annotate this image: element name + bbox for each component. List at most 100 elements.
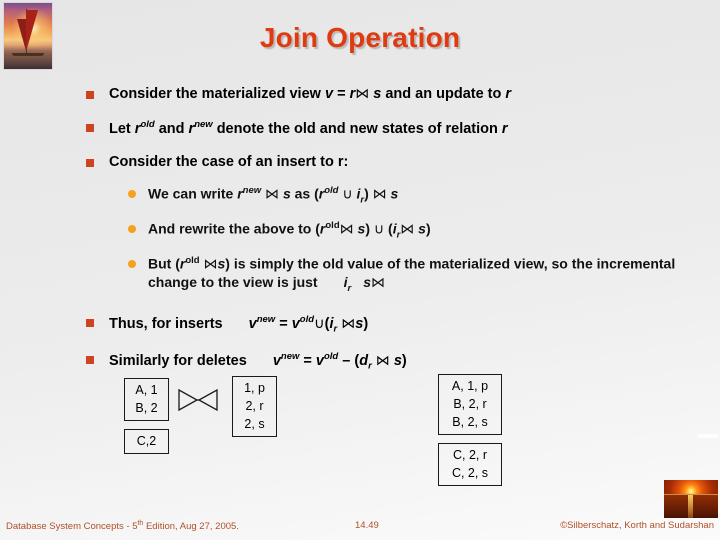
join-operator-icon: ⋈ <box>339 221 354 238</box>
relation-s-row: 2, r <box>245 399 264 414</box>
b1-r2: r <box>505 86 512 102</box>
b2-pre: Let <box>109 120 135 137</box>
b4-v: v <box>248 316 257 333</box>
join-operator-icon: ⋈ <box>370 274 385 291</box>
b5-v2: v <box>315 353 324 370</box>
s2-close1: ) <box>365 220 374 237</box>
s3-post: ) is simply the old value of the materia… <box>148 255 676 290</box>
result-delta-row: C, 2, s <box>451 466 489 481</box>
b1-post: and an update to <box>381 86 506 102</box>
s2-s2: s <box>418 220 426 237</box>
sunset-over-water-photo <box>664 480 718 518</box>
subbullet-but-old-value: But (rold ⋈s) is simply the old value of… <box>126 255 720 294</box>
s3-pre: But ( <box>148 255 180 272</box>
b2-new: new <box>194 119 213 131</box>
result-old-row: B, 2, r <box>453 397 487 412</box>
s3-old: old <box>185 255 200 267</box>
b4-old: old <box>299 314 315 326</box>
bullet-thus-for-inserts: Thus, for inserts vnew = vold∪(ir ⋈s) <box>84 314 720 335</box>
round-bullet-icon <box>128 190 136 199</box>
relation-r-box: A, 1 B, 2 <box>124 378 169 422</box>
bullet-consider-materialized-view: Consider the materialized view v = r⋈ s … <box>84 86 720 103</box>
square-bullet-icon <box>86 91 94 99</box>
relation-r-insert-box: C,2 <box>124 429 169 455</box>
b1-pre: Consider the materialized view <box>109 86 325 102</box>
s3-isub: r <box>347 282 352 294</box>
bowtie-join-icon <box>178 388 218 412</box>
b5-label: Similarly for deletes <box>109 353 247 370</box>
s1-s1: s <box>282 185 291 202</box>
s1-pre: We can write <box>148 185 238 202</box>
b1-eq: = <box>333 86 350 102</box>
bullet-consider-insert-case: Consider the case of an insert to r: <box>84 154 720 171</box>
b4-eq: = <box>275 316 292 333</box>
s2-old: old <box>325 220 340 232</box>
sub-bullet-group: We can write rnew ⋈ s as (rold ∪ ir) ⋈ s… <box>0 185 720 294</box>
s1-new: new <box>242 185 262 197</box>
b5-d: d <box>359 353 369 370</box>
s3-s2: s <box>363 273 371 290</box>
s2-close2: ) <box>425 220 431 237</box>
b5-close: ) <box>401 353 407 370</box>
b4-new: new <box>256 314 276 326</box>
b2-mid: and <box>154 120 189 137</box>
b2-old: old <box>140 119 155 131</box>
b4-isub: r <box>333 324 338 336</box>
result-old-view-box: A, 1, p B, 2, r B, 2, s <box>438 374 502 436</box>
join-operator-icon: ⋈ <box>375 353 390 370</box>
b3-text: Consider the case of an insert to r: <box>109 154 349 171</box>
slide-title: Join Operation <box>259 22 461 53</box>
b2-r3: r <box>501 120 508 137</box>
round-bullet-icon <box>128 225 136 234</box>
sunset-glint <box>688 495 694 518</box>
join-operator-icon: ⋈ <box>400 221 415 238</box>
b5-s: s <box>393 353 402 370</box>
relation-r-row: A, 1 <box>135 383 158 397</box>
relation-r-row: B, 2 <box>135 401 158 416</box>
b5-eq: = <box>299 353 316 370</box>
square-bullet-icon <box>86 159 94 168</box>
footer-book-credit: Database System Concepts - 5th Edition, … <box>6 520 239 532</box>
join-operator-icon: ⋈ <box>341 316 356 333</box>
result-delta-row: C, 2, r <box>452 448 488 462</box>
join-operator-icon: ⋈ <box>203 256 218 273</box>
square-bullet-icon <box>86 319 94 328</box>
s1-s2: s <box>390 185 399 202</box>
result-old-row: B, 2, s <box>452 415 488 430</box>
union-operator-icon: ∪ <box>342 186 353 203</box>
footer-copyright: ©Silberschatz, Korth and Sudarshan <box>560 520 714 531</box>
s1-old: old <box>324 185 339 197</box>
stray-artifact <box>697 434 719 438</box>
slide-footer: Database System Concepts - 5th Edition, … <box>0 518 720 534</box>
union-operator-icon: ∪ <box>314 316 325 333</box>
b4-close: ) <box>363 316 369 333</box>
b5-old: old <box>323 351 339 363</box>
relation-r-insert-row: C,2 <box>136 434 157 448</box>
s1-as: as ( <box>290 185 319 202</box>
footer-page-number: 14.49 <box>355 520 379 531</box>
round-bullet-icon <box>128 260 136 269</box>
footer-left-text: Database System Concepts - 5 <box>6 521 138 533</box>
result-delta-box: C, 2, r C, 2, s <box>438 443 502 487</box>
b4-v2: v <box>291 316 300 333</box>
b5-v: v <box>272 353 281 370</box>
s2-open2: ( <box>384 220 393 237</box>
slide-canvas: Join Operation Consider the materialized… <box>0 0 720 540</box>
s2-pre: And rewrite the above to ( <box>148 220 320 237</box>
subbullet-we-can-write: We can write rnew ⋈ s as (rold ∪ ir) ⋈ s <box>126 185 720 206</box>
result-old-row: A, 1, p <box>451 379 489 393</box>
slide-body: Consider the materialized view v = r⋈ s … <box>0 86 720 372</box>
sailboat-water <box>4 56 52 69</box>
b5-dsub: r <box>368 360 372 372</box>
union-operator-icon: ∪ <box>373 221 385 238</box>
b5-minus: – <box>338 353 355 370</box>
join-operator-icon: ⋈ <box>265 186 280 203</box>
b4-label: Thus, for inserts <box>109 316 223 333</box>
b5-new: new <box>280 351 300 363</box>
bullet-let-r-old-r-new: Let rold and rnew denote the old and new… <box>84 119 720 138</box>
s1-close: ) <box>364 185 373 202</box>
bullet-similarly-for-deletes: Similarly for deletes vnew = vold – (dr ⋈… <box>84 351 720 372</box>
relation-s-row: 1, p <box>244 381 265 395</box>
b1-v: v <box>324 86 334 102</box>
join-operator-icon: ⋈ <box>355 86 370 102</box>
